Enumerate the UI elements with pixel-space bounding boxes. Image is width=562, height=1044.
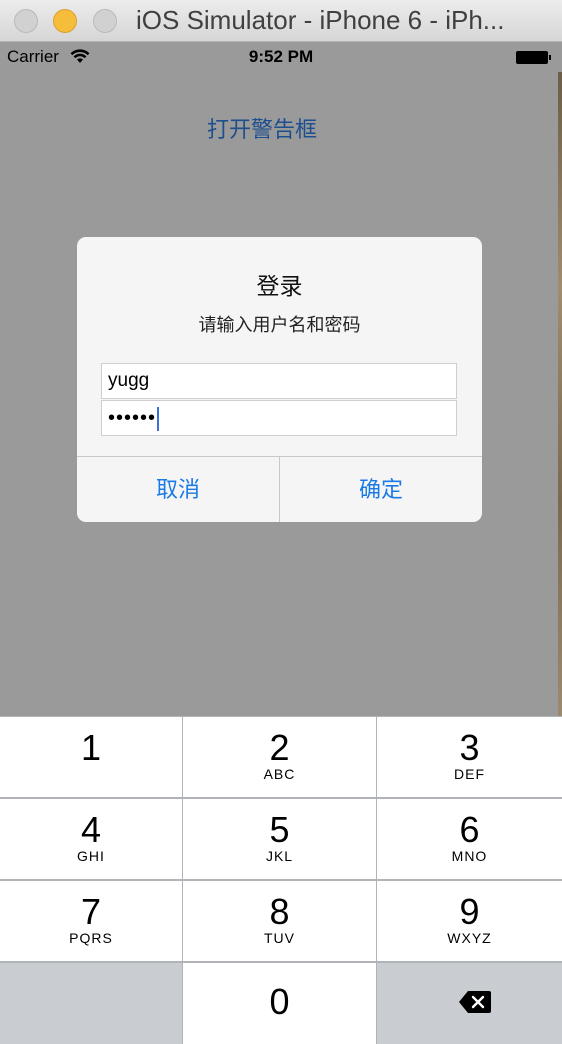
- key-letters: ABC: [263, 766, 296, 782]
- key-number: 5: [269, 809, 290, 850]
- login-alert: 登录 请输入用户名和密码 yugg •••••• 取消 确定: [77, 237, 482, 522]
- key-number: 6: [459, 809, 480, 850]
- key-7[interactable]: 7 PQRS: [0, 881, 182, 961]
- status-time: 9:52 PM: [248, 47, 314, 66]
- confirm-button[interactable]: 确定: [280, 457, 482, 522]
- key-number: 1: [80, 727, 102, 768]
- alert-title: 登录: [256, 273, 303, 299]
- key-letters: TUV: [264, 930, 295, 946]
- key-letters: MNO: [451, 848, 488, 864]
- delete-key[interactable]: [377, 963, 562, 1044]
- open-alert-button[interactable]: 打开警告框: [150, 112, 374, 144]
- window-title-bar: iOS Simulator - iPhone 6 - iPh...: [0, 0, 562, 42]
- key-9[interactable]: 9 WXYZ: [377, 881, 562, 961]
- key-number: 8: [269, 891, 290, 932]
- key-number: 7: [80, 891, 102, 932]
- password-field[interactable]: ••••••: [101, 400, 457, 436]
- key-5[interactable]: 5 JKL: [183, 799, 376, 879]
- key-blank: [0, 963, 182, 1044]
- window-close-button[interactable]: [14, 9, 38, 33]
- key-number: 4: [80, 809, 102, 850]
- battery-icon: [516, 51, 551, 64]
- username-value: yugg: [108, 370, 150, 391]
- password-value: ••••••: [108, 407, 157, 429]
- key-8[interactable]: 8 TUV: [183, 881, 376, 961]
- key-number: 0: [269, 981, 290, 1022]
- username-field[interactable]: yugg: [101, 363, 457, 399]
- key-letters: JKL: [265, 848, 294, 864]
- text-caret: [157, 406, 160, 431]
- alert-message: 请输入用户名和密码: [198, 315, 361, 335]
- cancel-button[interactable]: 取消: [77, 457, 279, 522]
- key-letters: PQRS: [69, 930, 113, 946]
- key-number: 3: [459, 727, 480, 768]
- delete-backspace-icon: [458, 990, 492, 1019]
- window-zoom-button[interactable]: [93, 9, 117, 33]
- key-6[interactable]: 6 MNO: [377, 799, 562, 879]
- background-edge: [558, 72, 562, 716]
- key-3[interactable]: 3 DEF: [377, 717, 562, 797]
- key-number: 9: [459, 891, 480, 932]
- window-title: iOS Simulator - iPhone 6 - iPh...: [136, 5, 505, 35]
- key-2[interactable]: 2 ABC: [183, 717, 376, 797]
- key-letters: GHI: [77, 848, 105, 864]
- key-0[interactable]: 0: [183, 963, 376, 1044]
- key-4[interactable]: 4 GHI: [0, 799, 182, 879]
- key-1[interactable]: 1: [0, 717, 182, 797]
- window-minimize-button[interactable]: [53, 9, 77, 33]
- key-number: 2: [269, 727, 290, 768]
- key-letters: WXYZ: [447, 930, 492, 946]
- status-bar: Carrier 9:52 PM: [0, 42, 562, 72]
- number-keypad: 1 2 ABC 3 DEF 4 GHI 5 JKL 6 MNO 7 PQRS 8…: [0, 716, 562, 1044]
- key-letters: DEF: [454, 766, 485, 782]
